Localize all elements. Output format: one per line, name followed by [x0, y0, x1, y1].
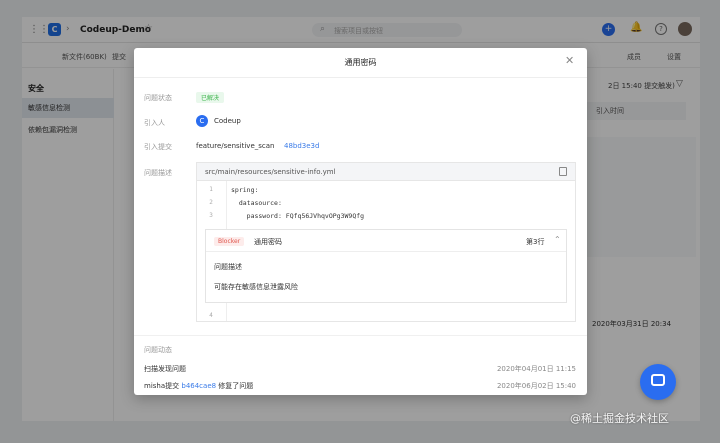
line-number: 3	[209, 212, 213, 219]
issue-card: Blocker 通用密码 第3行 ⌃ 问题描述 可能存在敏感信息泄露风险	[205, 229, 567, 303]
divider	[134, 77, 587, 78]
activity-item: 扫描发现问题 2020年04月01日 11:15	[144, 364, 576, 374]
commit-label: 引入提交	[144, 143, 172, 151]
file-path[interactable]: src/main/resources/sensitive-info.yml	[205, 168, 336, 176]
activity-item: misha提交 b464cae8 修复了问题 2020年06月02日 15:40	[144, 381, 576, 391]
codeup-logo-icon: C	[196, 115, 208, 127]
severity-badge: Blocker	[214, 237, 245, 246]
activity-time: 2020年06月02日 15:40	[496, 382, 576, 390]
activity-time: 2020年04月01日 11:15	[496, 365, 576, 373]
introducer-label: 引入人	[144, 119, 165, 127]
issue-description-label: 问题描述	[214, 263, 242, 271]
issue-description: 可能存在敏感信息泄露风险	[214, 283, 298, 291]
line-number: 4	[209, 312, 213, 319]
divider	[134, 335, 587, 336]
file-header: src/main/resources/sensitive-info.yml	[197, 163, 575, 181]
introducer-name: Codeup	[214, 117, 241, 125]
code-line: datasource:	[231, 199, 282, 207]
activity-suffix: 修复了问题	[216, 382, 254, 390]
activity-label: 问题动态	[144, 346, 172, 354]
description-label: 问题描述	[144, 169, 172, 177]
commit-hash-link[interactable]: 48bd3e3d	[284, 142, 319, 150]
chevron-up-icon[interactable]: ⌃	[554, 235, 561, 244]
line-number: 1	[209, 186, 213, 193]
issue-name: 通用密码	[254, 238, 282, 246]
copy-icon[interactable]	[559, 167, 567, 176]
watermark: @稀土掘金技术社区	[570, 412, 669, 425]
dialog-title: 通用密码	[344, 58, 377, 67]
issue-detail-dialog: 通用密码 ✕ 问题状态 已解决 引入人 C Codeup 引入提交 featur…	[134, 48, 587, 395]
issue-card-header[interactable]: Blocker 通用密码 第3行 ⌃	[206, 230, 566, 252]
activity-text: 扫描发现问题	[144, 365, 186, 373]
commit-branch: feature/sensitive_scan	[196, 142, 275, 150]
issue-line-number: 第3行	[526, 238, 545, 246]
activity-text: misha提交	[144, 382, 182, 390]
commit-hash-link[interactable]: b464cae8	[181, 382, 216, 390]
code-line: spring:	[231, 186, 259, 194]
code-viewer: src/main/resources/sensitive-info.yml 1 …	[196, 162, 576, 322]
chat-icon	[651, 374, 665, 386]
status-badge: 已解决	[196, 92, 225, 103]
status-label: 问题状态	[144, 94, 172, 102]
feedback-button[interactable]	[640, 364, 676, 400]
line-number: 2	[209, 199, 213, 206]
close-icon[interactable]: ✕	[565, 54, 574, 67]
code-line: password: FQfq56JVhqvOPg3W9Qfg	[231, 212, 365, 220]
